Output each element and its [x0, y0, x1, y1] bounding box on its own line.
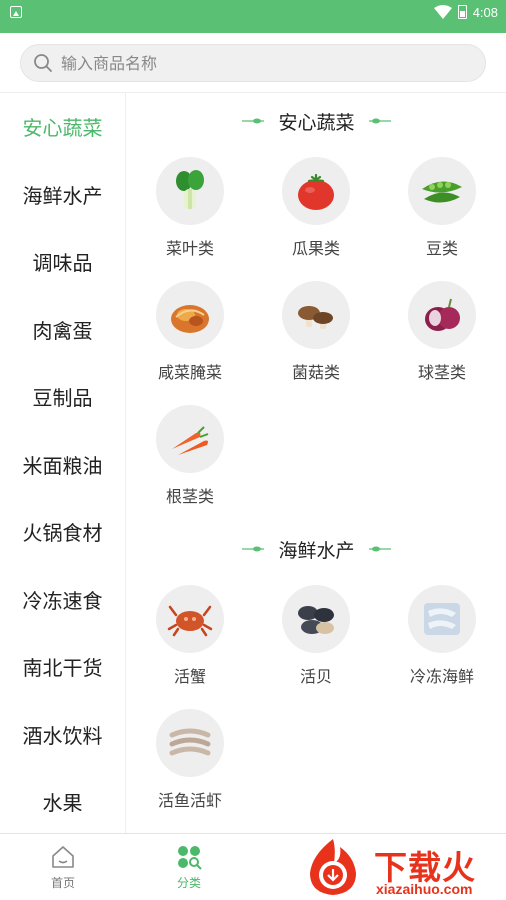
- section-header-vegetables: 安心蔬菜: [127, 93, 506, 149]
- subcategory-melons-fruits[interactable]: 瓜果类: [253, 149, 379, 273]
- thumbnail: [408, 157, 476, 225]
- sidebar-item-fruit[interactable]: 水果: [0, 768, 125, 836]
- crab-icon: [167, 605, 213, 637]
- nav-label: 分类: [176, 875, 201, 890]
- category-content: 安心蔬菜 菜叶类 瓜果类 豆类 咸菜腌菜 菌菇类 球茎类 根茎类 海鲜水产 活蟹…: [127, 93, 506, 833]
- subcategory-frozen-seafood[interactable]: 冷冻海鲜: [379, 577, 505, 701]
- nav-home[interactable]: 首页: [0, 834, 126, 900]
- sidebar-item-seasoning[interactable]: 调味品: [0, 228, 125, 296]
- sidebar-item-frozen[interactable]: 冷冻速食: [0, 566, 125, 634]
- category-sidebar: 安心蔬菜 海鲜水产 调味品 肉禽蛋 豆制品 米面粮油 火锅食材 冷冻速食 南北干…: [0, 93, 126, 833]
- onion-icon: [425, 298, 460, 331]
- flame-logo-icon: [310, 839, 356, 895]
- leaf-decoration-icon: [368, 546, 391, 552]
- sidebar-item-rice-oil[interactable]: 米面粮油: [0, 431, 125, 499]
- search-input[interactable]: [61, 53, 461, 73]
- subcategory-label: 豆类: [425, 239, 458, 258]
- clam-icon: [298, 606, 334, 634]
- thumbnail: [156, 405, 224, 473]
- section-header-seafood: 海鲜水产: [127, 521, 506, 577]
- sidebar-item-vegetables[interactable]: 安心蔬菜: [0, 93, 125, 161]
- shrimp-icon: [169, 728, 211, 756]
- thumbnail: [282, 281, 350, 349]
- status-bar: 4:08: [0, 0, 506, 33]
- subcategory-bulbs[interactable]: 球茎类: [379, 273, 505, 397]
- subcategory-grid: 活蟹 活贝 冷冻海鲜 活鱼活虾: [127, 577, 506, 825]
- sidebar-item-hotpot[interactable]: 火锅食材: [0, 498, 125, 566]
- status-time: 4:08: [472, 4, 498, 20]
- thumbnail: [282, 157, 350, 225]
- thumbnail: [156, 281, 224, 349]
- subcategory-label: 活蟹: [173, 667, 206, 686]
- subcategory-label: 菌菇类: [291, 363, 340, 382]
- status-icons: 4:08: [433, 3, 498, 21]
- wifi-icon: [433, 5, 452, 19]
- notification-image-icon: [10, 6, 22, 18]
- battery-icon: [457, 5, 467, 19]
- section-title: 安心蔬菜: [278, 111, 355, 134]
- sidebar-item-seafood[interactable]: 海鲜水产: [0, 161, 125, 229]
- bok-choy-icon: [176, 170, 204, 209]
- search-bar: [0, 33, 506, 93]
- frozen-fish-icon: [424, 603, 460, 635]
- home-icon: [52, 845, 74, 868]
- thumbnail: [408, 281, 476, 349]
- subcategory-live-crab[interactable]: 活蟹: [127, 577, 253, 701]
- thumbnail: [282, 585, 350, 653]
- tomato-icon: [298, 173, 334, 210]
- subcategory-pickles[interactable]: 咸菜腌菜: [127, 273, 253, 397]
- thumbnail: [156, 585, 224, 653]
- subcategory-grid: 菜叶类 瓜果类 豆类 咸菜腌菜 菌菇类 球茎类 根茎类: [127, 149, 506, 521]
- sidebar-item-drinks[interactable]: 酒水饮料: [0, 701, 125, 769]
- watermark-subtitle: xiazaihuo.com: [376, 881, 473, 897]
- mushroom-icon: [298, 306, 333, 329]
- sidebar-item-tofu[interactable]: 豆制品: [0, 363, 125, 431]
- subcategory-label: 菜叶类: [165, 239, 214, 258]
- subcategory-label: 活贝: [299, 667, 332, 686]
- sidebar-item-meat-eggs[interactable]: 肉禽蛋: [0, 296, 125, 364]
- nav-category[interactable]: 分类: [126, 834, 252, 900]
- subcategory-live-shellfish[interactable]: 活贝: [253, 577, 379, 701]
- subcategory-label: 球茎类: [417, 363, 466, 382]
- subcategory-label: 根茎类: [165, 487, 214, 506]
- thumbnail: [408, 585, 476, 653]
- subcategory-leafy-greens[interactable]: 菜叶类: [127, 149, 253, 273]
- carrot-icon: [172, 426, 209, 455]
- leaf-decoration-icon: [368, 118, 391, 124]
- section-title: 海鲜水产: [278, 539, 355, 562]
- pea-pod-icon: [422, 181, 462, 203]
- thumbnail: [156, 709, 224, 777]
- leaf-decoration-icon: [242, 546, 265, 552]
- subcategory-roots[interactable]: 根茎类: [127, 397, 253, 521]
- subcategory-label: 冷冻海鲜: [409, 667, 474, 686]
- subcategory-beans[interactable]: 豆类: [379, 149, 505, 273]
- thumbnail: [156, 157, 224, 225]
- sidebar-item-dry-goods[interactable]: 南北干货: [0, 633, 125, 701]
- search-box[interactable]: [20, 44, 486, 82]
- subcategory-live-fish-shrimp[interactable]: 活鱼活虾: [127, 701, 253, 825]
- category-icon: [178, 845, 202, 870]
- subcategory-mushrooms[interactable]: 菌菇类: [253, 273, 379, 397]
- leaf-decoration-icon: [242, 118, 265, 124]
- search-icon: [34, 54, 52, 72]
- nav-label: 首页: [50, 875, 75, 890]
- subcategory-label: 瓜果类: [291, 239, 340, 258]
- kimchi-icon: [171, 305, 209, 333]
- subcategory-label: 活鱼活虾: [157, 791, 222, 810]
- watermark-logo: 下载火 xiazaihuo.com: [296, 833, 506, 900]
- subcategory-label: 咸菜腌菜: [157, 363, 222, 382]
